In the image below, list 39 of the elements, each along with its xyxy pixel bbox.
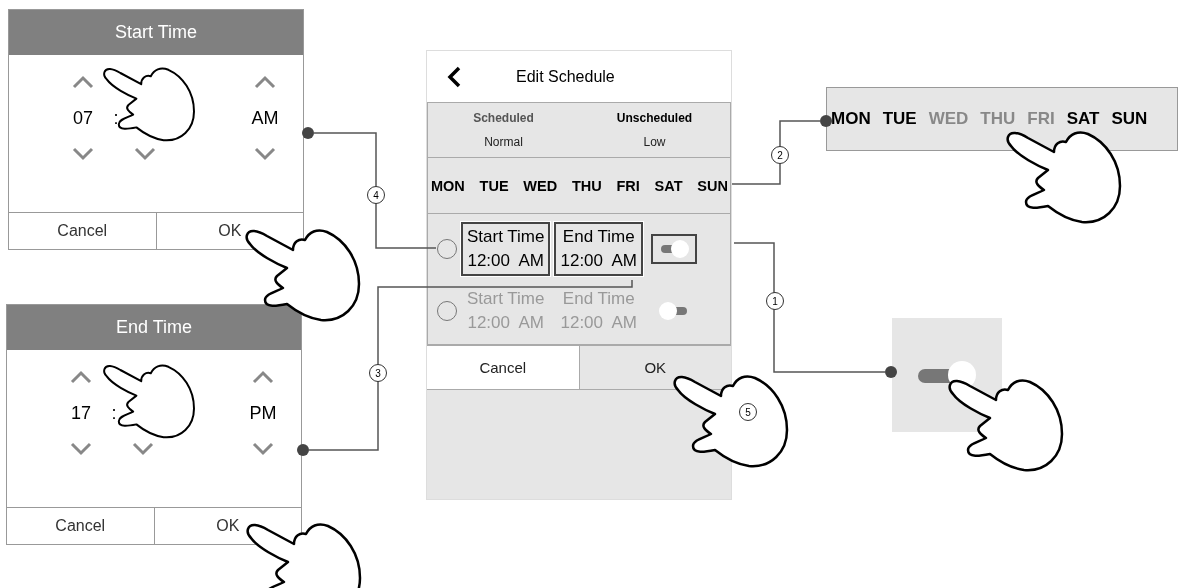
time-value: 12:00 AM — [560, 313, 638, 333]
day-toggle[interactable]: SAT — [1066, 109, 1100, 129]
hour-value: 17 — [71, 402, 91, 424]
dialog-title: End Time — [7, 305, 301, 350]
period-value: PM — [249, 402, 277, 424]
time-value: 12:00 AM — [467, 251, 544, 271]
day-toggle[interactable]: THU — [571, 177, 602, 194]
dialog-title: Start Time — [9, 10, 303, 55]
mode-tab[interactable]: Unscheduled — [616, 111, 693, 125]
screen-title: Edit Schedule — [516, 67, 615, 86]
callout-number: 2 — [771, 146, 789, 164]
day-toggle[interactable]: FRI — [616, 177, 640, 194]
day-toggle[interactable]: MON — [831, 109, 871, 129]
day-toggle[interactable]: MON — [431, 177, 465, 194]
callout-number: 3 — [369, 364, 387, 382]
time-separator: : — [111, 402, 117, 424]
day-toggle[interactable]: WED — [523, 177, 558, 194]
time-label: Start Time — [467, 227, 545, 247]
time-separator: : — [113, 107, 119, 129]
day-toggle[interactable]: SAT — [654, 177, 683, 194]
day-toggle[interactable]: TUE — [479, 177, 509, 194]
callout-number: 4 — [367, 186, 385, 204]
time-value: 12:00 AM — [560, 251, 638, 271]
day-toggle[interactable]: SUN — [697, 177, 728, 194]
mode-tab[interactable]: Scheduled — [473, 111, 534, 125]
time-label: End Time — [562, 289, 635, 309]
period-value: AM — [251, 107, 279, 129]
day-toggle[interactable]: SUN — [1111, 109, 1148, 129]
time-label: End Time — [562, 227, 635, 247]
callout-number: 1 — [766, 292, 784, 310]
hour-value: 07 — [73, 107, 93, 129]
cancel-button[interactable]: Cancel — [427, 346, 579, 389]
mode-level: Normal — [484, 135, 523, 149]
time-label: Start Time — [467, 289, 545, 309]
start-time-field[interactable]: Start Time 12:00 AM — [461, 222, 551, 276]
time-value: 12:00 AM — [467, 313, 544, 333]
mode-level: Low — [643, 135, 666, 149]
day-toggle[interactable]: TUE — [882, 109, 917, 129]
end-time-field[interactable]: End Time 12:00 AM — [554, 222, 644, 276]
